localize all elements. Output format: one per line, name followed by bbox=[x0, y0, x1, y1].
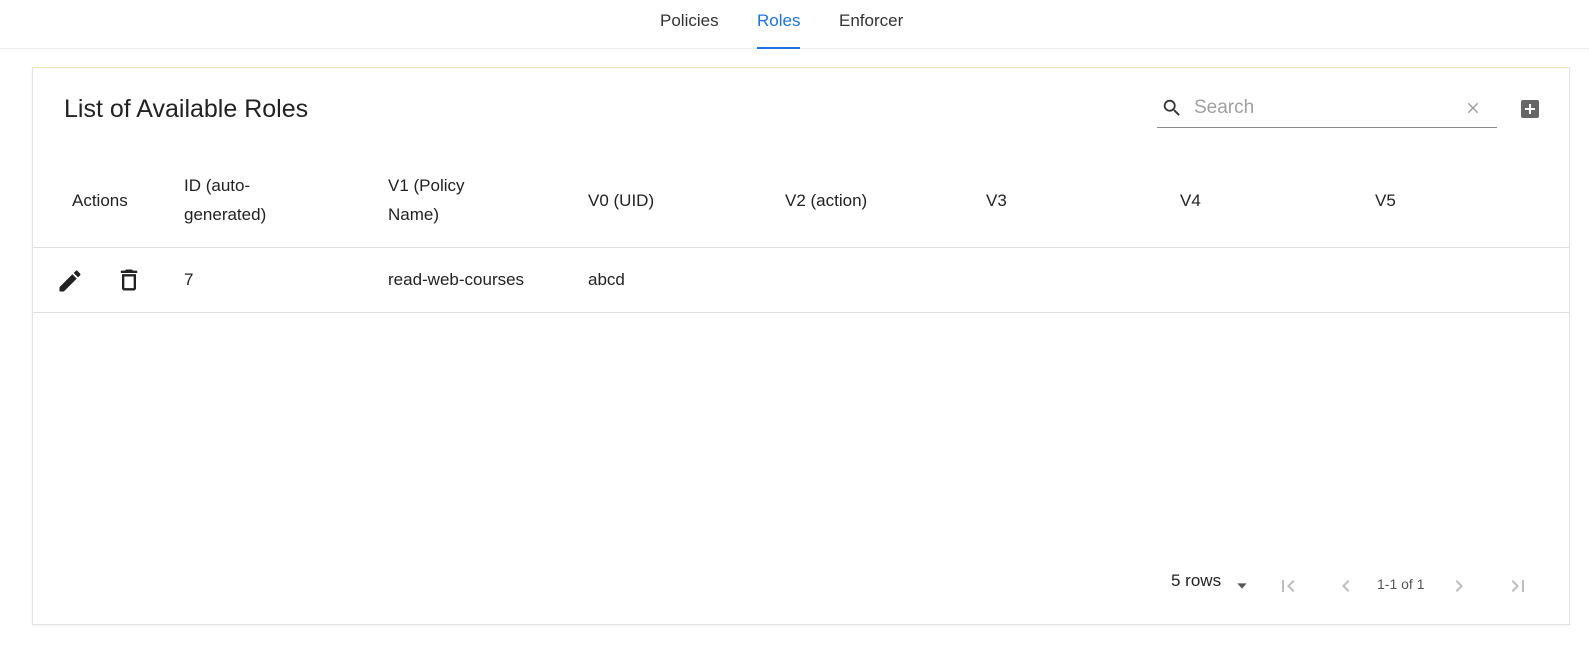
tab-bar: Policies Roles Enforcer bbox=[0, 0, 1589, 49]
roles-card: List of Available Roles Actions ID (auto… bbox=[32, 67, 1570, 625]
edit-icon[interactable] bbox=[56, 267, 84, 295]
table-header: Actions ID (auto-generated) V1 (Policy N… bbox=[33, 154, 1569, 248]
table-row: 7 read-web-courses abcd bbox=[33, 248, 1569, 313]
column-header-v4[interactable]: V4 bbox=[1180, 186, 1201, 215]
search-input[interactable] bbox=[1194, 94, 1454, 122]
column-header-v0[interactable]: V0 (UID) bbox=[588, 186, 654, 215]
column-header-v2[interactable]: V2 (action) bbox=[785, 186, 867, 215]
column-header-v1[interactable]: V1 (Policy Name) bbox=[388, 171, 488, 229]
tab-policies[interactable]: Policies bbox=[660, 11, 719, 49]
search-icon bbox=[1163, 99, 1180, 116]
add-box-icon[interactable] bbox=[1518, 97, 1542, 121]
dropdown-caret-icon[interactable] bbox=[1234, 578, 1250, 594]
last-page-icon[interactable] bbox=[1506, 574, 1530, 598]
pagination: 5 rows 1-1 of 1 bbox=[33, 566, 1569, 606]
rows-per-page-select[interactable]: 5 rows bbox=[1171, 571, 1221, 591]
tab-enforcer[interactable]: Enforcer bbox=[839, 11, 903, 49]
tab-roles[interactable]: Roles bbox=[757, 11, 801, 49]
delete-icon[interactable] bbox=[115, 266, 143, 294]
previous-page-icon[interactable] bbox=[1334, 574, 1358, 598]
next-page-icon[interactable] bbox=[1447, 574, 1471, 598]
column-header-actions: Actions bbox=[72, 191, 128, 210]
column-header-id[interactable]: ID (auto-generated) bbox=[184, 171, 294, 229]
cell-v1: read-web-courses bbox=[388, 270, 525, 289]
page-range: 1-1 of 1 bbox=[1377, 576, 1425, 592]
first-page-icon[interactable] bbox=[1276, 574, 1300, 598]
column-header-v3[interactable]: V3 bbox=[986, 186, 1007, 215]
clear-icon[interactable] bbox=[1464, 99, 1482, 117]
page-title: List of Available Roles bbox=[64, 95, 309, 123]
search-field bbox=[1157, 88, 1497, 128]
cell-v0: abcd bbox=[588, 270, 625, 289]
column-header-v5[interactable]: V5 bbox=[1375, 186, 1396, 215]
cell-id: 7 bbox=[184, 270, 194, 289]
